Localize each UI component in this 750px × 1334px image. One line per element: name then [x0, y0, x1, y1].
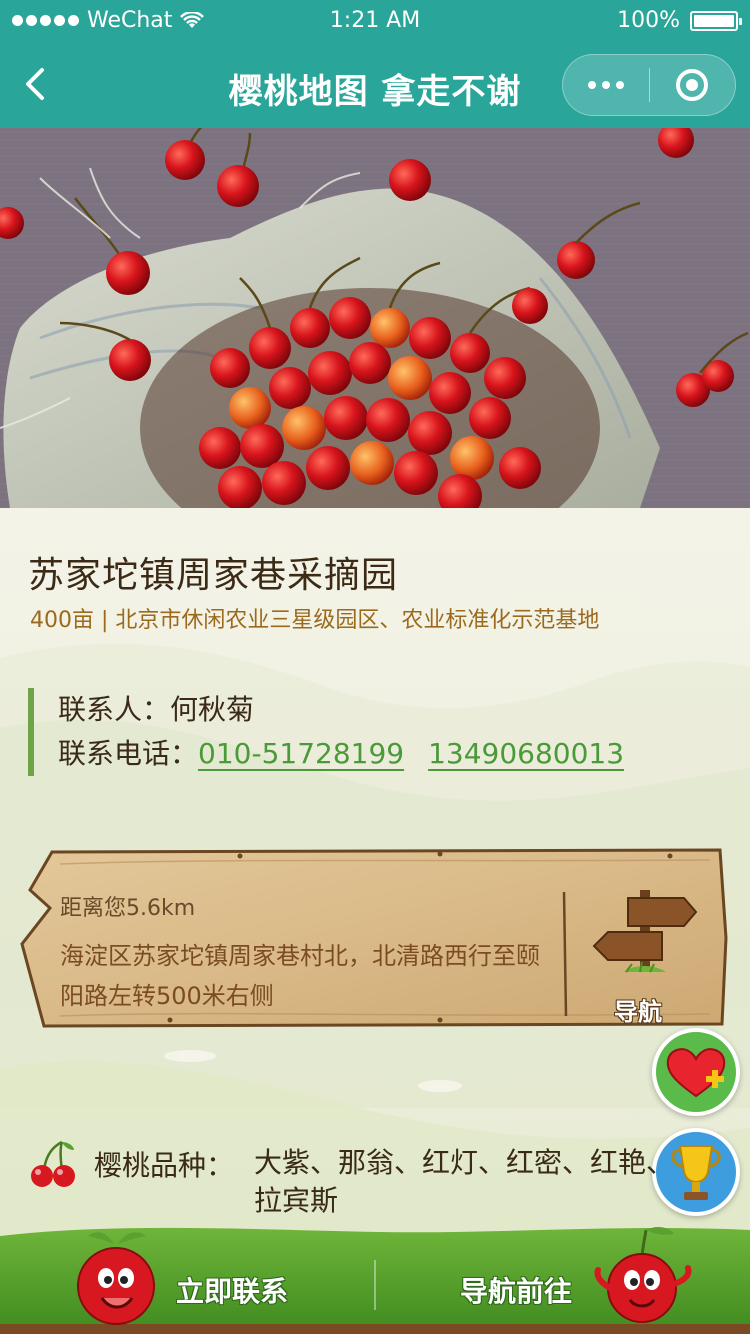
navigate-label: 导航: [614, 998, 662, 1026]
navigate-button[interactable]: 导航: [584, 880, 704, 1030]
navigate-now-button[interactable]: 导航前往: [380, 1226, 710, 1334]
variety-label: 樱桃品种：: [94, 1149, 235, 1182]
heart-plus-icon: [666, 1048, 726, 1098]
cherry-mascot-icon: [594, 1227, 692, 1323]
favorite-button[interactable]: [652, 1028, 740, 1116]
location-card: 距离您5.6km 海淀区苏家坨镇周家巷村北，北清路西行至颐阳路左转500米右侧 …: [20, 848, 728, 1028]
capsule-menu: [562, 54, 736, 116]
nav-bar: 樱桃地图 拿走不谢: [0, 40, 750, 128]
close-capsule-icon[interactable]: [650, 55, 736, 115]
bottom-action-bar: 立即联系 导航前往: [0, 1222, 750, 1334]
status-bar: WeChat 1:21 AM 100%: [0, 0, 750, 40]
battery-percent: 100%: [617, 8, 680, 33]
farm-detail-content: 苏家坨镇周家巷采摘园 400亩 | 北京市休闲农业三星级园区、农业标准化示范基地…: [0, 508, 750, 1334]
phone-link-mobile[interactable]: 13490680013: [428, 737, 624, 770]
address-text: 海淀区苏家坨镇周家巷村北，北清路西行至颐阳路左转500米右侧: [60, 942, 540, 1010]
battery-icon: [690, 10, 742, 31]
contact-person-name: 何秋菊: [170, 693, 255, 726]
contact-phone-row: 联系电话：010-51728199 13490680013: [58, 732, 648, 776]
phone-link-landline[interactable]: 010-51728199: [198, 737, 404, 770]
battery-area: 100%: [617, 8, 742, 33]
variety-section: 樱桃品种： 大紫、那翁、红灯、红密、红艳、拉宾斯: [28, 1138, 678, 1228]
distance-text: 距离您5.6km: [60, 896, 196, 921]
contact-person-label: 联系人：: [58, 693, 171, 726]
hero-cherry-photo: [0, 128, 750, 508]
contact-phone-label: 联系电话：: [58, 737, 199, 770]
farm-name: 苏家坨镇周家巷采摘园: [28, 555, 399, 596]
contact-person-row: 联系人：何秋菊: [58, 688, 648, 732]
farm-meta: 400亩 | 北京市休闲农业三星级园区、农业标准化示范基地: [30, 608, 600, 633]
apple-mascot-icon: [77, 1232, 155, 1325]
bottom-divider: [374, 1260, 376, 1310]
contact-info: 联系人：何秋菊 联系电话：010-51728199 13490680013: [28, 688, 648, 776]
more-icon[interactable]: [563, 55, 649, 115]
variety-value: 大紫、那翁、红灯、红密、红艳、拉宾斯: [254, 1146, 675, 1217]
navigate-now-label: 导航前往: [460, 1275, 573, 1308]
contact-now-label: 立即联系: [176, 1275, 289, 1308]
signpost-icon: [592, 890, 698, 973]
cherry-icon: [31, 1140, 75, 1187]
contact-now-button[interactable]: 立即联系: [60, 1226, 370, 1334]
